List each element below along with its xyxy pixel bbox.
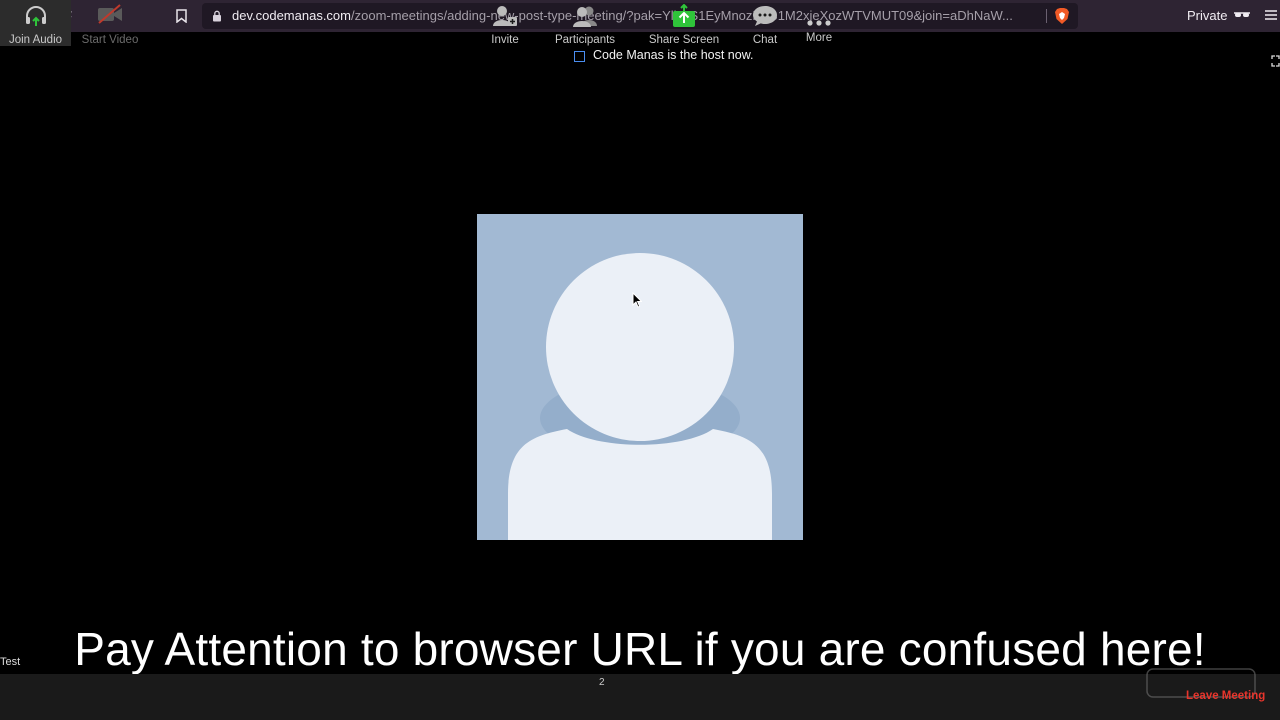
fullscreen-icon[interactable]	[1271, 55, 1280, 67]
mouse-cursor-icon	[632, 292, 642, 308]
lock-icon	[213, 10, 221, 22]
browser-toolbar: dev.codemanas.com/zoom-meetings/adding-n…	[0, 0, 1280, 32]
more-label: More	[805, 32, 833, 44]
invite-button[interactable]: Invite	[484, 0, 526, 46]
chat-icon	[753, 6, 777, 26]
more-button[interactable]: More	[800, 0, 838, 46]
host-notification: Code Manas is the host now.	[574, 48, 754, 62]
start-video-button[interactable]: Start Video	[80, 0, 140, 46]
url-host: dev.codemanas.com	[232, 8, 351, 23]
share-screen-icon	[673, 4, 695, 27]
invite-label: Invite	[491, 34, 519, 46]
brave-shield-icon[interactable]	[1054, 7, 1070, 25]
join-audio-button[interactable]: Join Audio	[0, 0, 71, 46]
participants-count-badge: 2	[599, 677, 605, 688]
headphones-icon	[25, 6, 46, 26]
menu-icon[interactable]	[1264, 9, 1278, 21]
invite-icon	[493, 6, 517, 26]
start-video-label: Start Video	[81, 34, 139, 46]
default-avatar-icon	[508, 253, 772, 540]
participant-name-label: Test	[0, 656, 21, 668]
participants-label: Participants	[554, 34, 616, 46]
chat-button[interactable]: Chat	[748, 0, 782, 46]
meeting-toolbar	[0, 674, 1280, 720]
address-bar[interactable]: dev.codemanas.com/zoom-meetings/adding-n…	[202, 3, 1078, 29]
share-screen-label: Share Screen	[648, 34, 720, 46]
video-caption: Pay Attention to browser URL if you are …	[74, 623, 1206, 675]
chat-label: Chat	[752, 34, 778, 46]
url-text: dev.codemanas.com/zoom-meetings/adding-n…	[232, 8, 1040, 23]
private-glasses-icon[interactable]	[1233, 9, 1251, 23]
share-screen-button[interactable]: Share Screen	[648, 0, 720, 46]
notification-checkbox-icon	[574, 50, 585, 62]
url-divider	[1046, 9, 1047, 23]
participant-video-tile[interactable]	[477, 214, 803, 540]
host-notification-text: Code Manas is the host now.	[593, 48, 754, 62]
more-icon	[807, 20, 831, 26]
video-off-icon	[98, 4, 122, 24]
participants-icon	[573, 6, 597, 27]
participants-button[interactable]: Participants	[552, 0, 618, 46]
join-audio-label: Join Audio	[8, 34, 63, 46]
leave-meeting-button[interactable]: Leave Meeting	[1186, 690, 1265, 702]
private-label[interactable]: Private	[1187, 8, 1227, 23]
bookmark-icon[interactable]	[174, 7, 188, 25]
